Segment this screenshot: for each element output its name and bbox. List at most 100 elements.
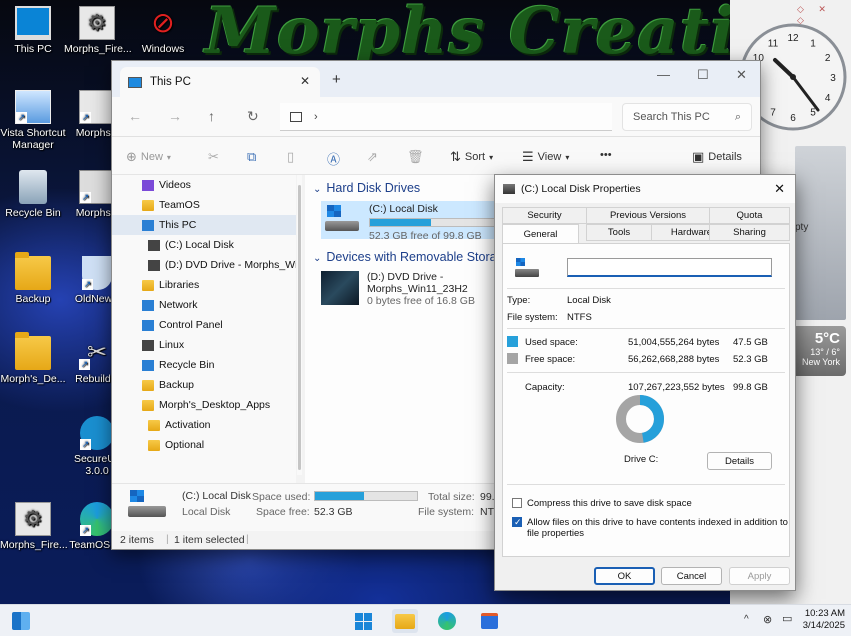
more-options-button[interactable]: ••• (600, 149, 612, 161)
close-dialog-icon[interactable]: ✕ (774, 181, 785, 197)
paste-icon[interactable]: ▯ (287, 149, 294, 165)
tab-sharing[interactable]: Sharing (709, 224, 790, 241)
dvd-drive-icon (321, 271, 359, 305)
tab-previous-versions[interactable]: Previous Versions (586, 207, 710, 224)
nav-item-label: Backup (159, 379, 195, 391)
drive-c-tile[interactable]: (C:) Local Disk 52.3 GB free of 99.8 GB (321, 201, 521, 242)
close-window-button[interactable]: ✕ (736, 67, 747, 83)
weather-gadget[interactable]: 5°C 13° / 6° New York (790, 326, 846, 376)
desktop-icon-this-pc[interactable]: This PC (0, 6, 66, 55)
gear-icon (79, 90, 115, 124)
nav-item[interactable]: Libraries (112, 275, 296, 295)
nav-item[interactable]: Videos (112, 175, 296, 195)
forward-arrow-icon[interactable]: → (168, 108, 182, 124)
view-icon: ☰ (522, 149, 534, 164)
volume-label-input[interactable] (567, 258, 772, 277)
index-checkbox[interactable] (512, 517, 522, 527)
cut-icon[interactable]: ✂ (208, 149, 219, 165)
file-explorer-taskbar-icon[interactable] (392, 609, 418, 633)
wallpaper-banner: Morphs Creations (205, 0, 730, 69)
delete-icon[interactable]: 🗑 (407, 149, 424, 165)
sort-button[interactable]: ⇅ Sort ▾ (450, 149, 493, 165)
desktop-icon-morphs-desktop[interactable]: Morph's_De... (0, 332, 66, 385)
group-removable-storage[interactable]: ⌄ Devices with Removable Storage (313, 250, 511, 264)
nav-item-label: Morph's_Desktop_Apps (159, 399, 271, 411)
used-space-swatch (507, 336, 518, 347)
gear-icon (79, 6, 115, 40)
tools-icon: ✂ (79, 336, 115, 370)
address-bar[interactable]: › (280, 103, 612, 131)
navigation-scrollbar[interactable] (297, 175, 302, 475)
desktop-icon-morphs-fire[interactable]: Morphs_Fire... (64, 6, 132, 55)
tab-this-pc[interactable]: This PC ✕ (120, 67, 320, 97)
nav-item-label: Control Panel (159, 319, 223, 331)
desktop-icon-vista-shortcut-manager[interactable]: Vista Shortcut Manager (0, 90, 66, 151)
display-icon[interactable]: ▭ (782, 612, 792, 625)
edge-icon[interactable] (434, 609, 460, 633)
details-pane-button[interactable]: ▣ Details (692, 149, 742, 165)
free-space-swatch (507, 353, 518, 364)
tab-tools[interactable]: Tools (586, 224, 652, 241)
new-button[interactable]: ⊕ New ▾ (126, 149, 171, 165)
chevron-up-icon[interactable]: ^ (744, 614, 749, 625)
copy-icon[interactable]: ⧉ (247, 149, 256, 165)
no-entry-icon: ⊘ (151, 7, 175, 38)
desktop-icon-backup[interactable]: Backup (0, 252, 66, 305)
nav-item-icon (142, 359, 154, 371)
nav-item[interactable]: Backup (112, 375, 296, 395)
new-tab-button[interactable]: + (332, 71, 341, 88)
plus-circle-icon: ⊕ (126, 149, 137, 164)
nav-item[interactable]: TeamOS (112, 195, 296, 215)
tab-security[interactable]: Security (502, 207, 587, 224)
weather-city: New York (801, 357, 840, 367)
store-icon[interactable] (476, 609, 502, 633)
nav-item[interactable]: Linux (112, 335, 296, 355)
clock-number: 11 (768, 38, 779, 49)
nav-item[interactable]: (C:) Local Disk (112, 235, 296, 255)
apply-button[interactable]: Apply (729, 567, 790, 585)
details-usage-bar (314, 491, 418, 501)
share-icon[interactable]: ⇗ (367, 149, 378, 165)
back-arrow-icon[interactable]: ← (128, 108, 142, 124)
nav-item[interactable]: Recycle Bin (112, 355, 296, 375)
drive-c-usage-bar (369, 218, 499, 227)
drive-d-tile[interactable]: (D:) DVD Drive - Morphs_Win11_23H2 0 byt… (321, 271, 475, 307)
drive-icon (503, 184, 515, 194)
tab-title: This PC (150, 76, 191, 88)
desktop-icon-recycle-bin[interactable]: Recycle Bin (0, 170, 66, 219)
nav-item[interactable]: Optional (112, 435, 296, 455)
close-tab-icon[interactable]: ✕ (300, 74, 310, 88)
minimize-button[interactable]: — (657, 67, 670, 82)
search-input[interactable]: Search This PC ⌕ (622, 103, 752, 131)
clock-tray[interactable]: 10:23 AM 3/14/2025 (803, 608, 845, 632)
tab-quota[interactable]: Quota (709, 207, 790, 224)
nav-item-label: This PC (159, 219, 197, 231)
rename-icon[interactable]: Ⓐ (327, 149, 340, 168)
ok-button[interactable]: OK (594, 567, 655, 585)
nav-item[interactable]: Morph's_Desktop_Apps (112, 395, 296, 415)
sort-icon: ⇅ (450, 149, 461, 164)
usage-donut-chart (616, 395, 664, 443)
group-hard-disk-drives[interactable]: ⌄ Hard Disk Drives (313, 181, 420, 195)
nav-item[interactable]: (D:) DVD Drive - Morphs_Win (112, 255, 296, 275)
view-button[interactable]: ☰ View ▾ (522, 149, 569, 165)
search-icon: ⌕ (734, 110, 741, 123)
refresh-icon[interactable]: ↻ (247, 108, 259, 125)
drive-c-name: (C:) Local Disk (369, 203, 438, 215)
widgets-icon[interactable] (8, 609, 34, 633)
desktop-icon-windows[interactable]: ⊘ Windows (130, 6, 196, 55)
details-button[interactable]: Details (707, 452, 772, 470)
tab-general[interactable]: General (502, 224, 579, 243)
start-icon[interactable] (350, 609, 376, 633)
desktop-icon-morphs-fire-2[interactable]: Morphs_Fire... (0, 502, 68, 551)
nav-item[interactable]: This PC (112, 215, 296, 235)
nav-item[interactable]: Activation (112, 415, 296, 435)
maximize-button[interactable]: ☐ (697, 67, 709, 83)
taskbar: ^ ⊗ ▭ 10:23 AM 3/14/2025 (0, 604, 851, 636)
nav-item[interactable]: Network (112, 295, 296, 315)
cancel-button[interactable]: Cancel (661, 567, 722, 585)
up-arrow-icon[interactable]: ↑ (208, 108, 215, 124)
compress-checkbox[interactable] (512, 498, 522, 508)
nav-item[interactable]: Control Panel (112, 315, 296, 335)
network-icon[interactable]: ⊗ (763, 613, 772, 626)
